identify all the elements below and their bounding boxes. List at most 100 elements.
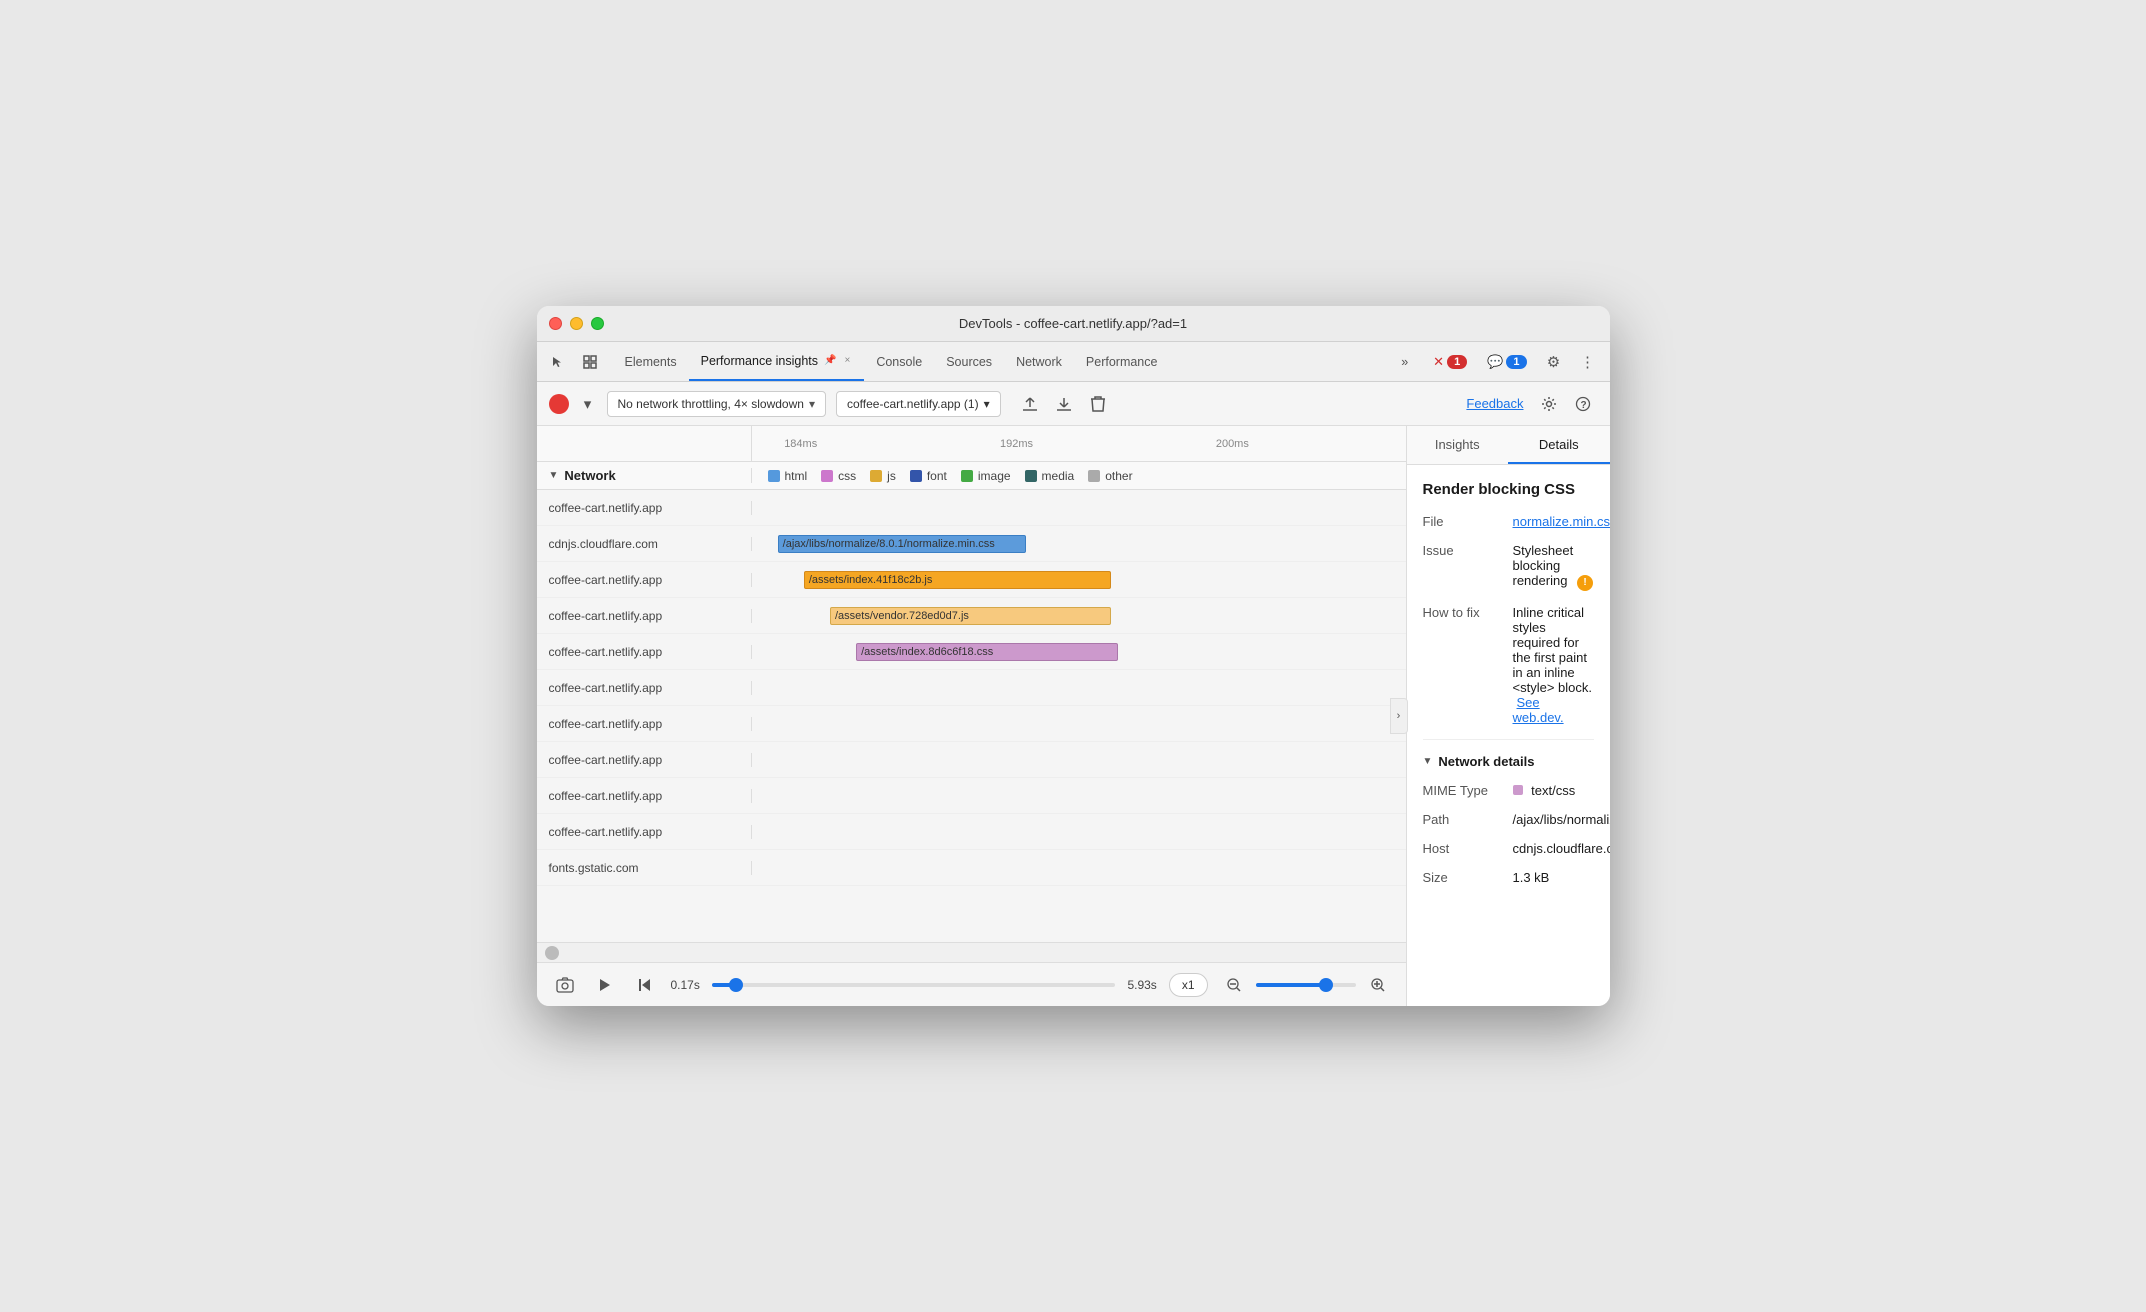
net-row-bar [752, 850, 1406, 885]
tab-elements[interactable]: Elements [613, 342, 689, 381]
start-time: 0.17s [671, 978, 700, 992]
net-row-label: coffee-cart.netlify.app [537, 825, 752, 839]
table-row[interactable]: coffee-cart.netlify.app [537, 778, 1406, 814]
detail-row-host: Host cdnjs.cloudflare.com [1423, 841, 1594, 856]
tab-performance[interactable]: Performance [1074, 342, 1170, 381]
network-label-col [537, 426, 752, 461]
right-tabs: Insights Details [1407, 426, 1610, 465]
network-section-label[interactable]: ▼ Network [537, 468, 752, 483]
scroll-thumb[interactable] [545, 946, 559, 960]
playback-slider[interactable] [712, 983, 1116, 987]
detail-label-file: File [1423, 514, 1513, 529]
network-details-section: ▼ Network details MIME Type text/css Pat… [1423, 739, 1594, 885]
detail-row-size: Size 1.3 kB [1423, 870, 1594, 885]
tab-sources[interactable]: Sources [934, 342, 1004, 381]
window-title: DevTools - coffee-cart.netlify.app/?ad=1 [959, 316, 1187, 331]
record-button[interactable] [549, 394, 569, 414]
settings-icon[interactable]: ⚙ [1540, 348, 1568, 376]
tab-console[interactable]: Console [864, 342, 934, 381]
network-details-header[interactable]: ▼ Network details [1423, 754, 1594, 769]
timeline-header: 184ms 192ms 200ms [537, 426, 1406, 462]
net-row-label: coffee-cart.netlify.app [537, 681, 752, 695]
settings-gear-icon[interactable] [1534, 389, 1564, 419]
message-badge-button[interactable]: 💬 1 [1480, 351, 1533, 373]
cursor-icon[interactable] [545, 349, 571, 375]
zoom-out-icon[interactable] [1220, 971, 1248, 999]
legend-font-dot [910, 470, 922, 482]
table-row[interactable]: coffee-cart.netlify.app /assets/vendor.7… [537, 598, 1406, 634]
table-row[interactable]: coffee-cart.netlify.app /assets/index.8d… [537, 634, 1406, 670]
download-icon[interactable] [1049, 389, 1079, 419]
delete-icon[interactable] [1083, 389, 1113, 419]
maximize-button[interactable] [591, 317, 604, 330]
net-row-bar: /ajax/libs/normalize/8.0.1/normalize.min… [752, 526, 1406, 561]
minimize-button[interactable] [570, 317, 583, 330]
help-icon[interactable]: ? [1568, 389, 1598, 419]
section-title: Render blocking CSS [1423, 481, 1594, 498]
panel-collapse-icon[interactable]: › [1390, 698, 1408, 734]
index-js-bar[interactable]: /assets/index.41f18c2b.js [804, 571, 1111, 589]
table-row[interactable]: coffee-cart.netlify.app /assets/index.41… [537, 562, 1406, 598]
net-row-bar [752, 742, 1406, 777]
speed-badge[interactable]: x1 [1169, 973, 1208, 997]
time-mark-200: 200ms [1216, 438, 1249, 450]
devtools-window: DevTools - coffee-cart.netlify.app/?ad=1… [537, 306, 1610, 1006]
see-web-dev-link[interactable]: See web.dev. [1513, 695, 1564, 725]
skip-to-start-icon[interactable] [631, 971, 659, 999]
upload-icon[interactable] [1015, 389, 1045, 419]
zoom-in-icon[interactable] [1364, 971, 1392, 999]
table-row[interactable]: cdnjs.cloudflare.com /ajax/libs/normaliz… [537, 526, 1406, 562]
toolbar-actions [1015, 389, 1113, 419]
more-options-icon[interactable]: ⋮ [1574, 348, 1602, 376]
zoom-thumb[interactable] [1319, 978, 1333, 992]
table-row[interactable]: coffee-cart.netlify.app [537, 706, 1406, 742]
playback-thumb[interactable] [729, 978, 743, 992]
tab-more[interactable]: » [1389, 355, 1420, 369]
dropdown-arrow-icon[interactable]: ▾ [579, 390, 597, 418]
tab-details[interactable]: Details [1508, 426, 1610, 464]
detail-value-how-to-fix: Inline critical styles required for the … [1513, 605, 1594, 725]
detail-value-host: cdnjs.cloudflare.com [1513, 841, 1610, 856]
vendor-js-bar[interactable]: /assets/vendor.728ed0d7.js [830, 607, 1111, 625]
inspect-icon[interactable] [577, 349, 603, 375]
legend-js-dot [870, 470, 882, 482]
tab-close-icon[interactable]: × [842, 353, 852, 368]
network-rows: coffee-cart.netlify.app cdnjs.cloudflare… [537, 490, 1406, 942]
file-link[interactable]: normalize.min.css [1513, 514, 1610, 529]
tab-pin-icon: 📌 [824, 355, 836, 366]
table-row[interactable]: coffee-cart.netlify.app [537, 814, 1406, 850]
index-css-bar[interactable]: /assets/index.8d6c6f18.css [856, 643, 1118, 661]
throttle-dropdown[interactable]: No network throttling, 4× slowdown ▾ [607, 391, 826, 417]
right-content: Render blocking CSS File normalize.min.c… [1407, 465, 1610, 915]
table-row[interactable]: coffee-cart.netlify.app [537, 742, 1406, 778]
net-row-bar [752, 778, 1406, 813]
net-row-bar [752, 814, 1406, 849]
detail-value-size: 1.3 kB [1513, 870, 1550, 885]
normalize-bar[interactable]: /ajax/libs/normalize/8.0.1/normalize.min… [778, 535, 1027, 553]
tab-network[interactable]: Network [1004, 342, 1074, 381]
legend-js: js [870, 469, 896, 483]
table-row[interactable]: coffee-cart.netlify.app [537, 490, 1406, 526]
legend-other-dot [1088, 470, 1100, 482]
close-button[interactable] [549, 317, 562, 330]
zoom-slider[interactable] [1256, 983, 1356, 987]
url-dropdown[interactable]: coffee-cart.netlify.app (1) ▾ [836, 391, 1001, 417]
legend-media: media [1025, 469, 1075, 483]
toolbar: ▾ No network throttling, 4× slowdown ▾ c… [537, 382, 1610, 426]
feedback-link[interactable]: Feedback [1466, 396, 1523, 411]
play-icon[interactable] [591, 971, 619, 999]
legend: html css js font [752, 468, 1406, 483]
error-badge-button[interactable]: ✕ 1 [1426, 351, 1474, 373]
tab-performance-insights[interactable]: Performance insights 📌 × [689, 342, 865, 381]
net-row-bar: /assets/index.8d6c6f18.css [752, 634, 1406, 669]
net-row-label: fonts.gstatic.com [537, 861, 752, 875]
detail-row-issue: Issue Stylesheet blocking rendering ! [1423, 543, 1594, 591]
left-panel: 184ms 192ms 200ms ▼ Network html [537, 426, 1407, 1006]
screenshot-icon[interactable] [551, 971, 579, 999]
net-row-bar [752, 706, 1406, 741]
table-row[interactable]: coffee-cart.netlify.app [537, 670, 1406, 706]
traffic-lights [549, 317, 604, 330]
tab-insights[interactable]: Insights [1407, 426, 1509, 464]
table-row[interactable]: fonts.gstatic.com [537, 850, 1406, 886]
bottom-bar: 0.17s 5.93s x1 [537, 962, 1406, 1006]
